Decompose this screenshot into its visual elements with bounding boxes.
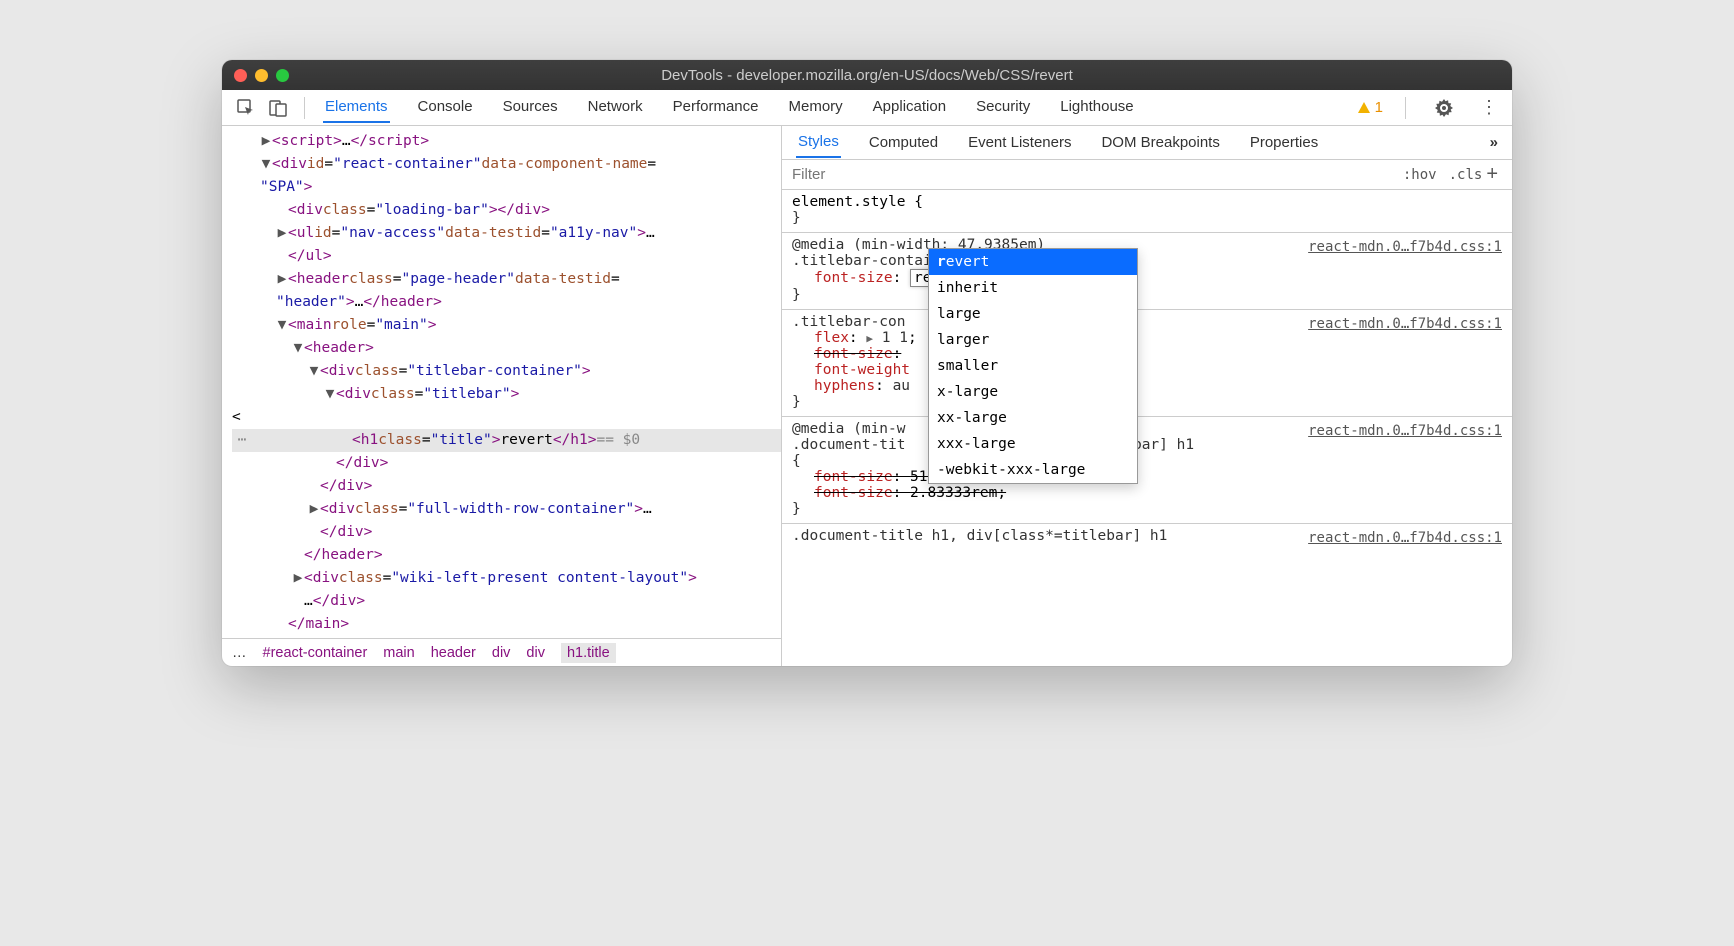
- tab-console[interactable]: Console: [416, 92, 475, 123]
- dom-tree[interactable]: ▶<script>…</script> ▼<div id="react-cont…: [222, 126, 781, 638]
- more-icon[interactable]: ⋮: [1476, 96, 1500, 120]
- element-style-rule[interactable]: element.style { }: [782, 190, 1512, 233]
- css-rule[interactable]: react-mdn.0…f7b4d.css:1 @media (min-w .d…: [782, 417, 1512, 524]
- sidetab-dom-breakpoints[interactable]: DOM Breakpoints: [1099, 128, 1221, 157]
- css-rule[interactable]: react-mdn.0…f7b4d.css:1 .document-title …: [782, 524, 1512, 550]
- warnings-count: 1: [1375, 99, 1383, 116]
- styles-filter-bar: :hov .cls +: [782, 160, 1512, 190]
- source-link[interactable]: react-mdn.0…f7b4d.css:1: [1308, 423, 1502, 439]
- tab-network[interactable]: Network: [586, 92, 645, 123]
- elements-panel: ▶<script>…</script> ▼<div id="react-cont…: [222, 126, 782, 666]
- window-titlebar: DevTools - developer.mozilla.org/en-US/d…: [222, 60, 1512, 90]
- sidetab-event-listeners[interactable]: Event Listeners: [966, 128, 1073, 157]
- autocomplete-item[interactable]: larger: [929, 327, 1137, 353]
- tab-sources[interactable]: Sources: [501, 92, 560, 123]
- side-tabs: Styles Computed Event Listeners DOM Brea…: [782, 126, 1512, 160]
- source-link[interactable]: react-mdn.0…f7b4d.css:1: [1308, 316, 1502, 332]
- warnings-indicator[interactable]: 1: [1357, 99, 1383, 116]
- main-tabs: Elements Console Sources Network Perform…: [323, 92, 1136, 123]
- styles-panel: Styles Computed Event Listeners DOM Brea…: [782, 126, 1512, 666]
- tab-security[interactable]: Security: [974, 92, 1032, 123]
- autocomplete-item[interactable]: inherit: [929, 275, 1137, 301]
- selected-dom-node[interactable]: ⋯<h1 class="title">revert</h1> == $0: [232, 429, 781, 452]
- cls-toggle[interactable]: .cls: [1449, 167, 1483, 183]
- source-link[interactable]: react-mdn.0…f7b4d.css:1: [1308, 530, 1502, 546]
- css-rule[interactable]: react-mdn.0…f7b4d.css:1 .titlebar-con fl…: [782, 310, 1512, 417]
- autocomplete-item[interactable]: smaller: [929, 353, 1137, 379]
- source-link[interactable]: react-mdn.0…f7b4d.css:1: [1308, 239, 1502, 255]
- breadcrumb-item[interactable]: header: [431, 645, 476, 661]
- autocomplete-item[interactable]: x-large: [929, 379, 1137, 405]
- tab-performance[interactable]: Performance: [671, 92, 761, 123]
- tab-lighthouse[interactable]: Lighthouse: [1058, 92, 1135, 123]
- sidetab-computed[interactable]: Computed: [867, 128, 940, 157]
- css-rule[interactable]: react-mdn.0…f7b4d.css:1 @media (min-widt…: [782, 233, 1512, 310]
- devtools-window: DevTools - developer.mozilla.org/en-US/d…: [222, 60, 1512, 666]
- breadcrumb-overflow[interactable]: …: [232, 645, 247, 661]
- minimize-window-button[interactable]: [255, 69, 268, 82]
- tab-memory[interactable]: Memory: [787, 92, 845, 123]
- hover-toggle[interactable]: :hov: [1403, 167, 1437, 183]
- sidetab-more-icon[interactable]: »: [1490, 134, 1498, 151]
- traffic-lights: [234, 69, 289, 82]
- new-style-rule-button[interactable]: +: [1482, 163, 1502, 186]
- main-toolbar: Elements Console Sources Network Perform…: [222, 90, 1512, 126]
- autocomplete-item[interactable]: revert: [929, 249, 1137, 275]
- window-title: DevTools - developer.mozilla.org/en-US/d…: [222, 67, 1512, 84]
- breadcrumb-item-selected[interactable]: h1.title: [561, 643, 616, 663]
- tab-elements[interactable]: Elements: [323, 92, 390, 123]
- styles-filter-input[interactable]: [792, 166, 1403, 183]
- autocomplete-item[interactable]: -webkit-xxx-large: [929, 457, 1137, 483]
- dom-breadcrumb: … #react-container main header div div h…: [222, 638, 781, 666]
- autocomplete-item[interactable]: xx-large: [929, 405, 1137, 431]
- breadcrumb-item[interactable]: #react-container: [263, 645, 368, 661]
- settings-icon[interactable]: [1432, 96, 1456, 120]
- breadcrumb-item[interactable]: div: [526, 645, 545, 661]
- device-toolbar-icon[interactable]: [266, 96, 290, 120]
- styles-list: element.style { } react-mdn.0…f7b4d.css:…: [782, 190, 1512, 666]
- tab-application[interactable]: Application: [871, 92, 948, 123]
- inspect-element-icon[interactable]: [234, 96, 258, 120]
- zoom-window-button[interactable]: [276, 69, 289, 82]
- autocomplete-item[interactable]: xxx-large: [929, 431, 1137, 457]
- css-autocomplete-popup: revert inherit large larger smaller x-la…: [928, 248, 1138, 484]
- sidetab-properties[interactable]: Properties: [1248, 128, 1320, 157]
- sidetab-styles[interactable]: Styles: [796, 127, 841, 158]
- breadcrumb-item[interactable]: main: [383, 645, 414, 661]
- close-window-button[interactable]: [234, 69, 247, 82]
- autocomplete-item[interactable]: large: [929, 301, 1137, 327]
- breadcrumb-item[interactable]: div: [492, 645, 511, 661]
